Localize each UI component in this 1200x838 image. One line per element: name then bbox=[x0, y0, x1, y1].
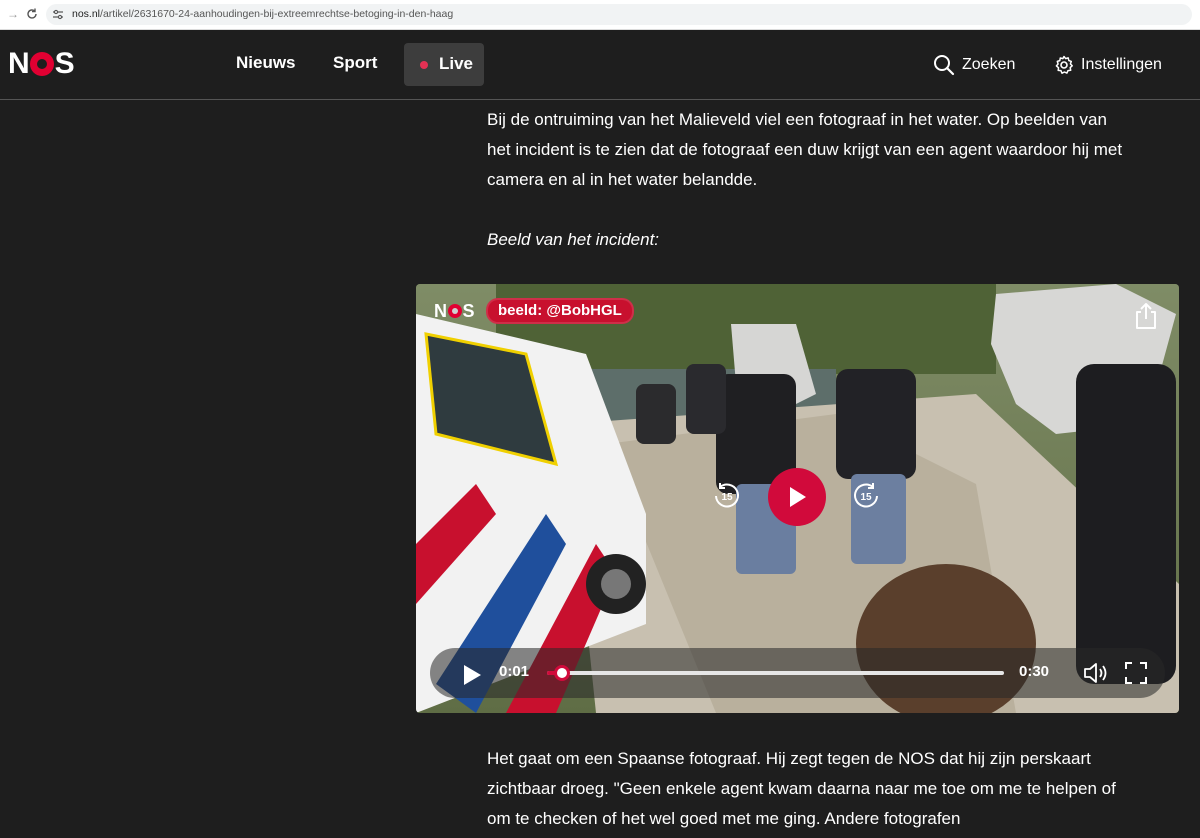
nav-live[interactable]: Live bbox=[404, 43, 484, 86]
video-player[interactable]: NS beeld: @BobHGL 15 15 0:01 0:30 bbox=[416, 284, 1179, 713]
progress-slider[interactable] bbox=[547, 665, 1004, 681]
address-bar[interactable]: nos.nl/artikel/2631670-24-aanhoudingen-b… bbox=[46, 4, 1192, 25]
current-time: 0:01 bbox=[499, 663, 530, 680]
url-text[interactable]: nos.nl/artikel/2631670-24-aanhoudingen-b… bbox=[72, 8, 453, 20]
article-caption: Beeld van het incident: bbox=[487, 230, 660, 249]
nos-logo[interactable]: N S bbox=[8, 47, 75, 80]
forward-icon: 15 bbox=[854, 483, 878, 508]
watermark-logo: NS bbox=[434, 301, 474, 322]
logo-letter-n: N bbox=[8, 47, 30, 80]
url-host: nos.nl bbox=[72, 8, 101, 20]
play-icon bbox=[790, 487, 806, 507]
settings-button[interactable]: Instellingen bbox=[1081, 56, 1162, 74]
forward-arrow-icon[interactable]: → bbox=[6, 7, 20, 21]
watermark-s: S bbox=[462, 300, 475, 321]
video-credit-badge: beeld: @BobHGL bbox=[486, 298, 634, 324]
nav-nieuws[interactable]: Nieuws bbox=[236, 53, 296, 73]
live-dot-icon bbox=[420, 61, 428, 69]
rewind-label: 15 bbox=[721, 492, 733, 503]
control-play-icon[interactable] bbox=[462, 664, 482, 686]
video-control-bar: 0:01 0:30 bbox=[430, 648, 1165, 698]
article-paragraph-1: Bij de ontruiming van het Malieveld viel… bbox=[487, 110, 1123, 189]
article-paragraph-2: Het gaat om een Spaanse fotograaf. Hij z… bbox=[487, 749, 1116, 828]
rewind-15-button[interactable]: 15 bbox=[711, 480, 743, 512]
volume-icon[interactable] bbox=[1082, 661, 1108, 685]
nav-sport[interactable]: Sport bbox=[333, 53, 377, 73]
search-button[interactable]: Zoeken bbox=[962, 56, 1015, 74]
progress-handle[interactable] bbox=[554, 665, 571, 681]
logo-o-circle bbox=[29, 52, 54, 76]
logo-letter-s: S bbox=[54, 47, 75, 80]
total-time: 0:30 bbox=[1019, 663, 1050, 680]
site-settings-icon[interactable] bbox=[52, 9, 64, 20]
browser-toolbar: → nos.nl/artikel/2631670-24-aanhoudingen… bbox=[0, 0, 1200, 30]
rewind-icon: 15 bbox=[715, 483, 739, 508]
search-icon[interactable] bbox=[933, 54, 955, 76]
nav-live-label: Live bbox=[439, 54, 474, 73]
watermark-n: N bbox=[434, 300, 447, 321]
forward-label: 15 bbox=[860, 492, 872, 503]
reload-icon[interactable] bbox=[24, 6, 40, 22]
watermark-o-icon bbox=[447, 303, 462, 318]
gear-icon[interactable] bbox=[1054, 55, 1074, 75]
fullscreen-icon[interactable] bbox=[1124, 661, 1148, 685]
video-watermark: NS beeld: @BobHGL bbox=[434, 298, 634, 324]
site-header: N S Nieuws Sport Live Zoeken Instellinge… bbox=[0, 30, 1200, 100]
url-path: /artikel/2631670-24-aanhoudingen-bij-ext… bbox=[100, 8, 454, 20]
forward-15-button[interactable]: 15 bbox=[850, 480, 882, 512]
share-icon[interactable] bbox=[1133, 302, 1159, 330]
play-button[interactable] bbox=[768, 468, 826, 526]
